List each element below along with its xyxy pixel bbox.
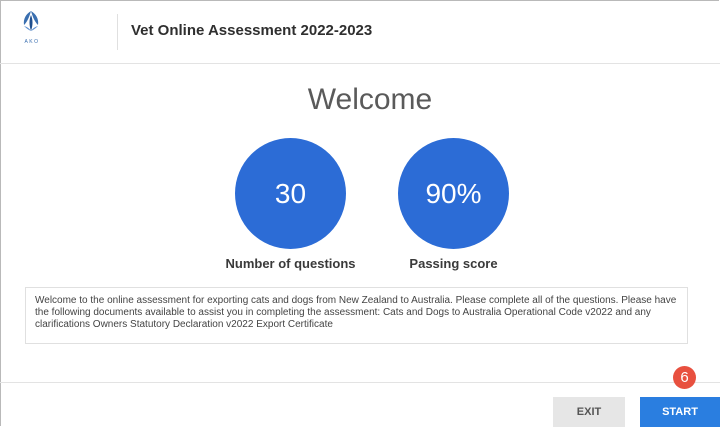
question-count-circle: 30 — [235, 138, 346, 249]
question-count-value: 30 — [274, 177, 307, 209]
passing-score-circle: 90% — [398, 138, 509, 249]
page-title: Vet Online Assessment 2022-2023 — [131, 22, 373, 39]
header-divider — [117, 14, 118, 50]
passing-score-value: 90% — [425, 177, 482, 209]
footer-divider — [0, 382, 720, 383]
start-button[interactable]: START — [640, 397, 720, 427]
exit-button[interactable]: EXIT — [553, 397, 625, 427]
welcome-heading: Welcome — [307, 83, 433, 116]
assessment-intro-text: Welcome to the online assessment for exp… — [25, 287, 688, 344]
logo-text: AKO — [24, 39, 40, 45]
ako-logo-icon — [23, 11, 39, 31]
step-badge: 6 — [673, 366, 696, 389]
question-count-label: Number of questions — [225, 256, 356, 271]
passing-score-label: Passing score — [409, 256, 498, 271]
header: AKO Vet Online Assessment 2022-2023 — [0, 0, 720, 64]
